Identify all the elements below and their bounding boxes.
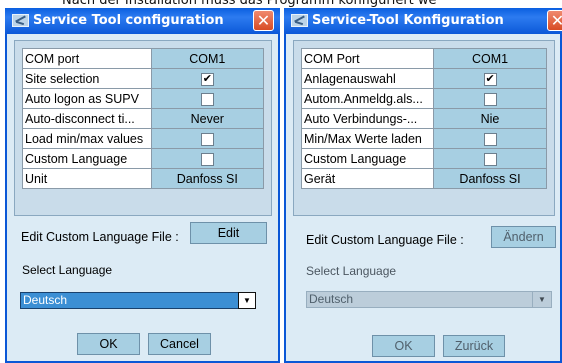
setting-row-auto-logon: Autom.Anmeldg.als... [301,88,547,109]
setting-row-unit: Gerät Danfoss SI [301,168,547,189]
language-select-value: Deutsch [23,293,68,307]
auto-logon-checkbox[interactable] [200,92,214,106]
dialog-title: Service Tool configuration [33,13,224,28]
cancel-button[interactable]: Cancel [148,333,211,355]
auto-logon-checkbox[interactable] [483,92,497,106]
setting-label: Min/Max Werte laden [301,128,434,149]
setting-row-com-port: COM Port COM1 [301,48,547,69]
auto-logon-cell [150,88,265,109]
custom-language-cell [150,148,265,169]
load-minmax-checkbox[interactable] [200,132,214,146]
close-button[interactable]: ✕ [253,10,274,31]
custom-language-checkbox[interactable] [200,152,214,166]
setting-label: Unit [22,168,152,189]
auto-disconnect-value[interactable]: Never [150,108,265,129]
close-icon: ✕ [256,11,271,30]
chevron-down-icon[interactable]: ▼ [532,291,552,308]
setting-label: Auto-disconnect ti... [22,108,152,129]
setting-row-custom-language: Custom Language [22,148,265,169]
select-language-label: Select Language [22,263,113,277]
title-bar: Service-Tool Konfiguration ✕ [284,8,562,34]
service-tool-icon [291,14,308,27]
setting-label: Auto Verbindungs-... [301,108,434,129]
setting-label: COM port [22,48,152,69]
auto-disconnect-value[interactable]: Nie [433,108,547,129]
service-tool-config-dialog-de: Service-Tool Konfiguration ✕ COM Port CO… [284,8,562,363]
setting-label: Auto logon as SUPV [22,88,152,109]
edit-button[interactable]: Edit [190,222,267,244]
setting-row-com-port: COM port COM1 [22,48,265,69]
unit-value[interactable]: Danfoss SI [150,168,265,189]
edit-custom-language-label: Edit Custom Language File : [21,230,179,244]
edit-custom-language-label: Edit Custom Language File : [306,233,464,247]
com-port-value[interactable]: COM1 [433,48,547,69]
custom-language-checkbox[interactable] [483,152,497,166]
ok-button[interactable]: OK [372,335,435,357]
setting-row-auto-disconnect: Auto Verbindungs-... Nie [301,108,547,129]
setting-row-site-selection: Anlagenauswahl [301,68,547,89]
setting-row-auto-disconnect: Auto-disconnect ti... Never [22,108,265,129]
setting-label: Anlagenauswahl [301,68,434,89]
load-minmax-cell [433,128,547,149]
language-select[interactable]: Deutsch ▼ [306,291,552,308]
setting-label: Site selection [22,68,152,89]
settings-table: COM Port COM1 Anlagenauswahl Autom.Anmel… [301,48,547,189]
setting-row-site-selection: Site selection [22,68,265,89]
setting-row-load-minmax: Load min/max values [22,128,265,149]
service-tool-icon [12,14,29,27]
title-bar: Service Tool configuration ✕ [5,8,280,34]
service-tool-config-dialog-en: Service Tool configuration ✕ COM port CO… [5,8,280,363]
setting-row-auto-logon: Auto logon as SUPV [22,88,265,109]
com-port-value[interactable]: COM1 [150,48,265,69]
site-selection-checkbox[interactable] [200,71,214,87]
load-minmax-cell [150,128,265,149]
settings-table: COM port COM1 Site selection Auto logon … [22,48,265,189]
setting-label: Load min/max values [22,128,152,149]
setting-label: Custom Language [22,148,152,169]
settings-panel: COM Port COM1 Anlagenauswahl Autom.Anmel… [293,40,555,216]
settings-panel: COM port COM1 Site selection Auto logon … [14,40,272,216]
custom-language-cell [433,148,547,169]
setting-label: Custom Language [301,148,434,169]
close-button[interactable]: ✕ [547,10,562,31]
auto-logon-cell [433,88,547,109]
chevron-down-icon[interactable]: ▼ [238,292,256,309]
setting-row-unit: Unit Danfoss SI [22,168,265,189]
load-minmax-checkbox[interactable] [483,132,497,146]
language-select-value: Deutsch [309,292,354,306]
select-language-label: Select Language [306,264,397,278]
language-select[interactable]: Deutsch ▼ [20,292,256,309]
site-selection-cell [433,68,547,89]
setting-row-load-minmax: Min/Max Werte laden [301,128,547,149]
site-selection-checkbox[interactable] [483,71,497,87]
setting-label: COM Port [301,48,434,69]
unit-value[interactable]: Danfoss SI [433,168,547,189]
setting-row-custom-language: Custom Language [301,148,547,169]
edit-button[interactable]: Ändern [491,226,556,248]
setting-label: Autom.Anmeldg.als... [301,88,434,109]
cancel-button[interactable]: Zurück [443,335,505,357]
close-icon: ✕ [550,11,562,30]
site-selection-cell [150,68,265,89]
dialog-title: Service-Tool Konfiguration [312,13,504,28]
setting-label: Gerät [301,168,434,189]
ok-button[interactable]: OK [77,333,140,355]
